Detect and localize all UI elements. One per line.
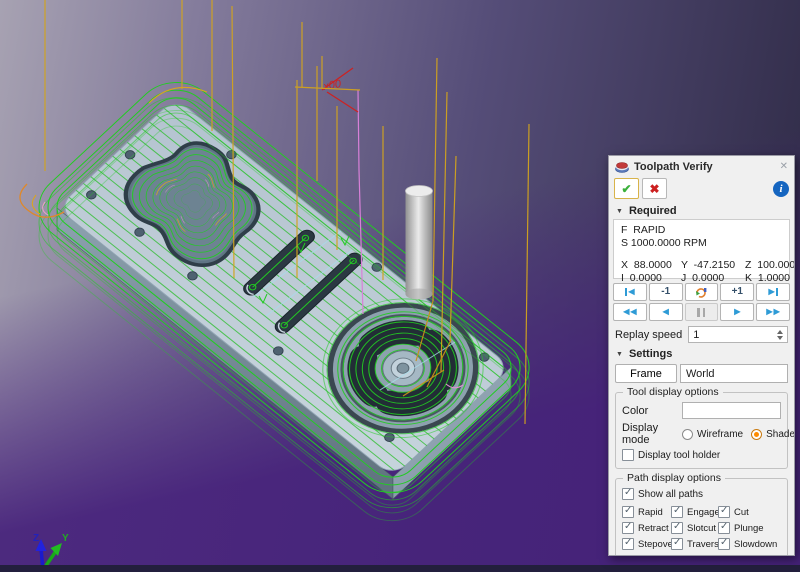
x-icon: ✖ [649, 181, 660, 196]
prev-icon: ◀ [628, 287, 635, 296]
cut-checkbox[interactable] [718, 506, 730, 518]
replay-speed-row: Replay speed 1 [615, 326, 788, 343]
skip-to-start-button[interactable]: ◀ [613, 283, 647, 301]
required-section-label: Required [628, 205, 677, 217]
engage-checkbox[interactable] [671, 506, 683, 518]
gcode-status-panel: F RAPID S 1000.0000 RPM X 88.0000 Y -47.… [613, 219, 794, 284]
coordinate-readout: X 88.0000 Y -47.2150 Z 100.0000 I 0.0000… [621, 259, 794, 285]
reset-icon [695, 287, 707, 298]
pause-button[interactable] [684, 303, 719, 321]
close-icon[interactable]: ✕ [780, 161, 788, 172]
pause-icon [697, 307, 700, 317]
wireframe-radio[interactable] [682, 428, 693, 440]
rapid-checkbox[interactable] [622, 506, 634, 518]
feed-line: F RAPID [621, 224, 666, 236]
collapse-triangle-icon: ▼ [616, 207, 623, 215]
play-forward-button[interactable]: ▶ [720, 303, 755, 321]
color-label: Color [622, 404, 649, 417]
stepover-checkbox[interactable] [622, 538, 634, 550]
y-axis-label: Y [62, 533, 69, 544]
settings-section-label: Settings [628, 348, 673, 360]
color-input[interactable] [682, 402, 781, 419]
dialog-actions: ✔ ✖ i [609, 177, 794, 202]
tool-display-legend: Tool display options [623, 386, 723, 398]
step-back-button[interactable]: -1 [648, 283, 683, 301]
z-coord: Z 100.0000 [745, 259, 795, 271]
path-type-checkbox-grid: Rapid Engage Cut Retract Slotcut Plunge … [622, 506, 781, 550]
frame-row: Frame World [615, 364, 788, 383]
replay-speed-label: Replay speed [615, 328, 683, 341]
check-icon: ✔ [621, 181, 632, 196]
fast-backward-button[interactable]: ◀ ◀ [613, 303, 647, 321]
spinner-arrows-icon[interactable] [777, 329, 783, 340]
slowdown-checkbox[interactable] [718, 538, 730, 550]
display-mode-label: Display mode [622, 422, 659, 446]
reset-button[interactable] [684, 283, 719, 301]
collapse-triangle-icon: ▼ [616, 350, 623, 358]
y-coord: Y -47.2150 [681, 259, 736, 271]
bar-icon [775, 288, 778, 296]
frame-button[interactable]: Frame [615, 364, 677, 383]
skip-to-end-button[interactable]: ▶ [756, 283, 790, 301]
next-icon: ▶ [768, 287, 775, 296]
fast-forward-button[interactable]: ▶ ▶ [756, 303, 790, 321]
play-backward-button[interactable]: ◀ [648, 303, 683, 321]
display-tool-holder-label: Display tool holder [638, 449, 721, 461]
z-axis-label: Z [33, 533, 39, 544]
traversal-checkbox[interactable] [671, 538, 683, 550]
retract-checkbox[interactable] [622, 522, 634, 534]
dialog-titlebar[interactable]: Toolpath Verify ✕ [609, 156, 794, 177]
ok-button[interactable]: ✔ [614, 178, 639, 199]
frame-field[interactable]: World [680, 364, 788, 383]
slotcut-checkbox[interactable] [671, 522, 683, 534]
replay-speed-value: 1 [693, 328, 700, 341]
tool-cylinder [405, 185, 433, 300]
dialog-title: Toolpath Verify [634, 160, 713, 173]
show-all-paths-checkbox[interactable] [622, 488, 634, 500]
application-window: x00 Z Y Toolpath Verify ✕ ✔ ✖ i ▼ Requir… [0, 0, 800, 572]
bar-icon [625, 288, 628, 296]
plunge-checkbox[interactable] [718, 522, 730, 534]
toolpath-verify-dialog: Toolpath Verify ✕ ✔ ✖ i ▼ Required F RAP… [608, 155, 795, 556]
spindle-line: S 1000.0000 RPM [621, 237, 707, 249]
show-all-paths-label: Show all paths [638, 488, 704, 500]
playback-controls: ◀ -1 +1 ▶ ◀ ◀ ◀ ▶ ▶ ▶ [613, 283, 790, 321]
display-tool-holder-checkbox[interactable] [622, 449, 634, 461]
annotation-text: x00 [321, 78, 342, 93]
replay-speed-input[interactable]: 1 [688, 326, 788, 343]
wireframe-radio-label: Wireframe [697, 428, 744, 440]
info-icon[interactable]: i [773, 180, 789, 197]
cancel-button[interactable]: ✖ [642, 178, 667, 199]
shade-radio-label: Shade [766, 428, 795, 440]
viewport-bottom-strip [0, 565, 800, 572]
path-display-legend: Path display options [623, 472, 725, 484]
step-forward-button[interactable]: +1 [720, 283, 755, 301]
settings-section-header[interactable]: ▼ Settings [609, 345, 794, 362]
toolpath-verify-icon [615, 161, 629, 173]
shade-radio[interactable] [751, 428, 763, 440]
required-section-header[interactable]: ▼ Required [609, 202, 794, 219]
tool-display-options-group: Tool display options Color Display mode … [615, 386, 794, 469]
path-display-options-group: Path display options Show all paths Rapi… [615, 472, 788, 555]
x-coord: X 88.0000 [621, 259, 672, 271]
